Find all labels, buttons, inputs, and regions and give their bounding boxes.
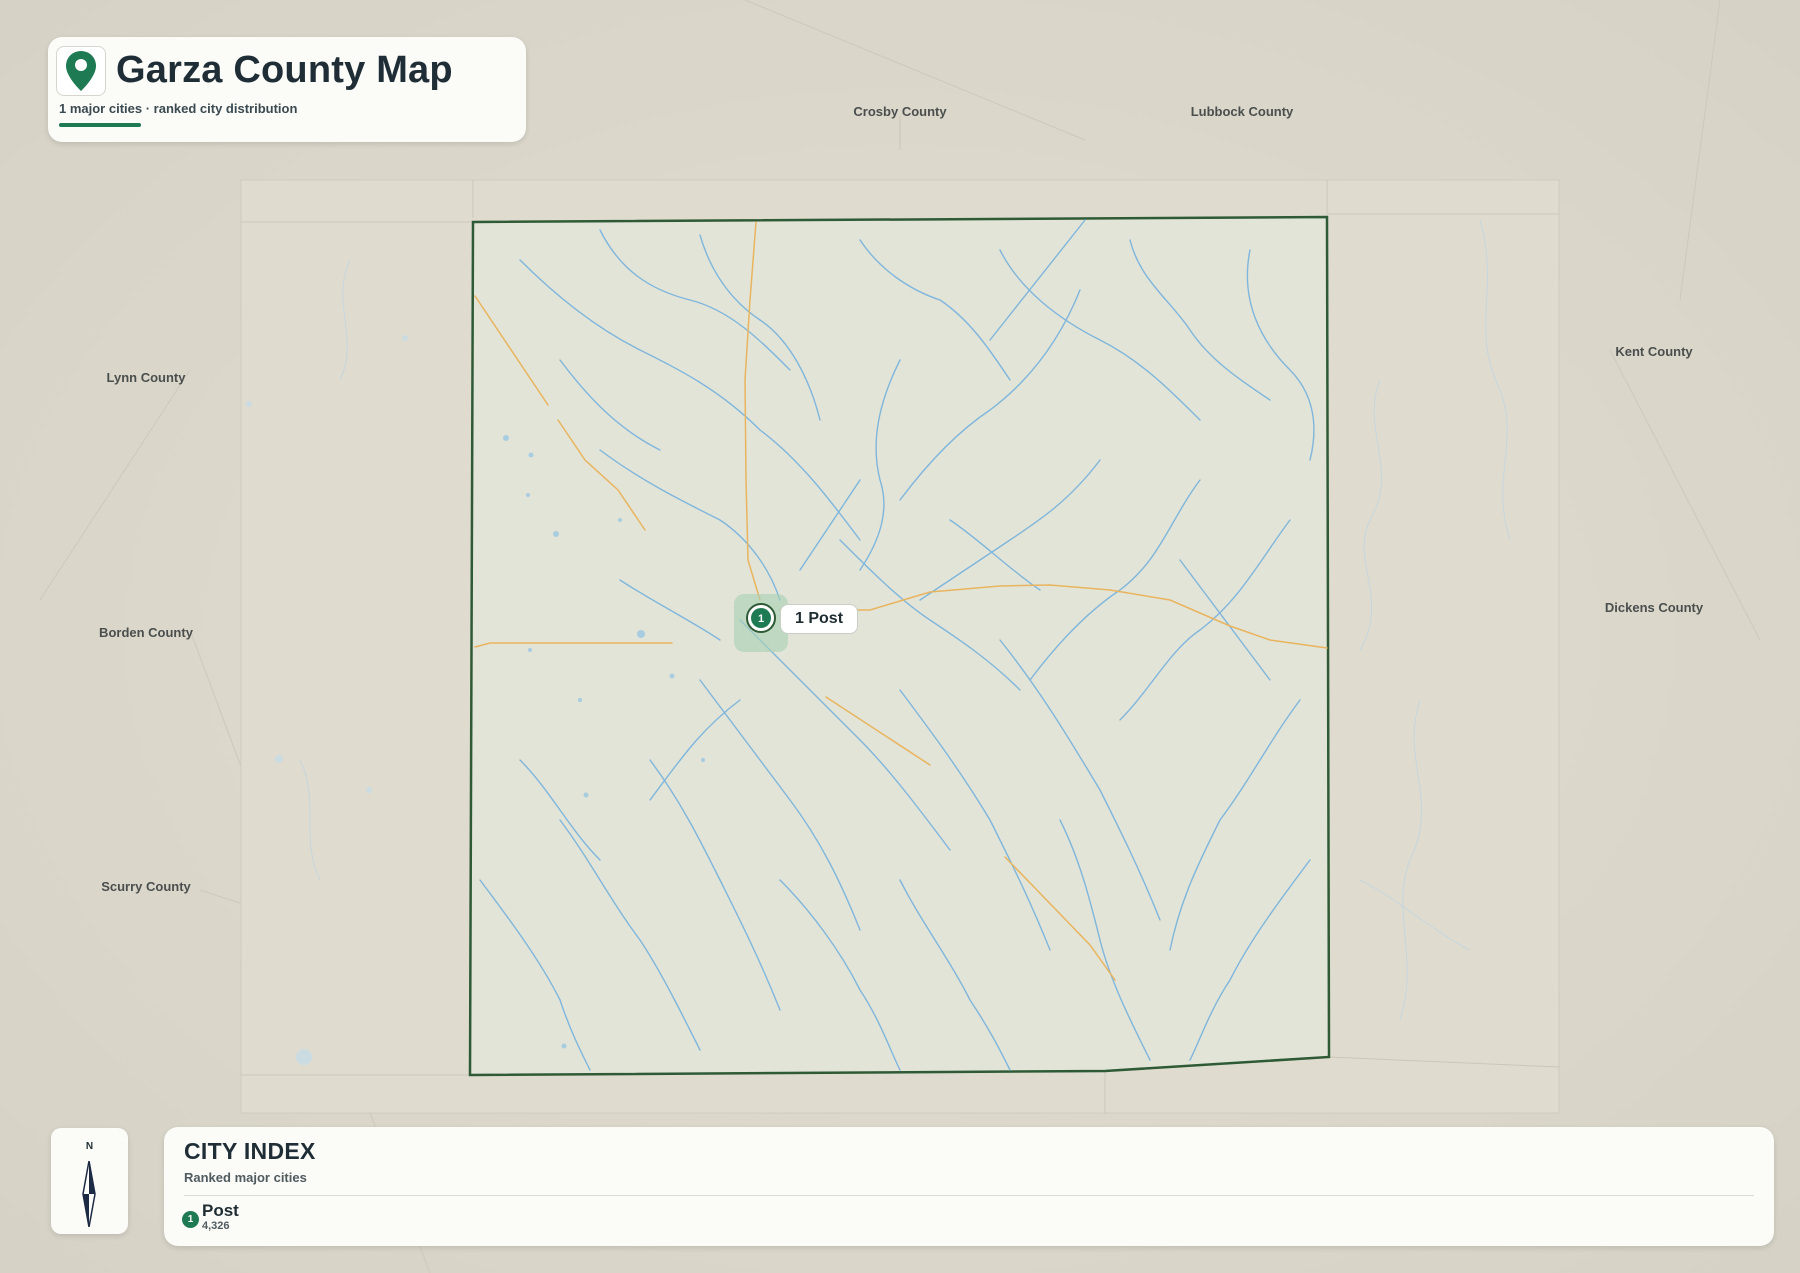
county-label-borden: Borden County <box>99 625 193 640</box>
city-label-post[interactable]: 1 Post <box>780 604 859 634</box>
title-accent-bar <box>59 123 141 127</box>
divider <box>184 1195 1754 1196</box>
compass: N <box>51 1128 128 1234</box>
title-card: Garza County Map 1 major cities · ranked… <box>48 37 526 142</box>
city-marker-rank: 1 <box>758 613 764 625</box>
compass-needle-icon <box>82 1161 96 1227</box>
map-pin-icon <box>56 46 106 96</box>
page-title: Garza County Map <box>116 49 453 91</box>
county-label-lubbock: Lubbock County <box>1190 104 1294 119</box>
county-boundary <box>468 215 1331 1077</box>
rank-badge: 1 <box>182 1211 199 1228</box>
county-label-lynn: Lynn County <box>106 370 186 385</box>
county-label-kent: Kent County <box>1615 344 1693 359</box>
county-label-crosby: Crosby County <box>853 104 947 119</box>
map-canvas: 1 <box>0 0 1800 1273</box>
city-index-panel: CITY INDEX Ranked major cities 1 Post 4,… <box>164 1127 1774 1246</box>
page-subtitle: 1 major cities · ranked city distributio… <box>59 101 298 116</box>
city-index-title: CITY INDEX <box>184 1138 316 1164</box>
compass-north-label: N <box>85 1141 94 1152</box>
city-name: Post <box>202 1201 239 1220</box>
county-label-dickens: Dickens County <box>1604 600 1704 615</box>
city-index-subtitle: Ranked major cities <box>184 1170 307 1185</box>
county-label-scurry: Scurry County <box>101 879 191 894</box>
city-population: 4,326 <box>202 1220 230 1232</box>
